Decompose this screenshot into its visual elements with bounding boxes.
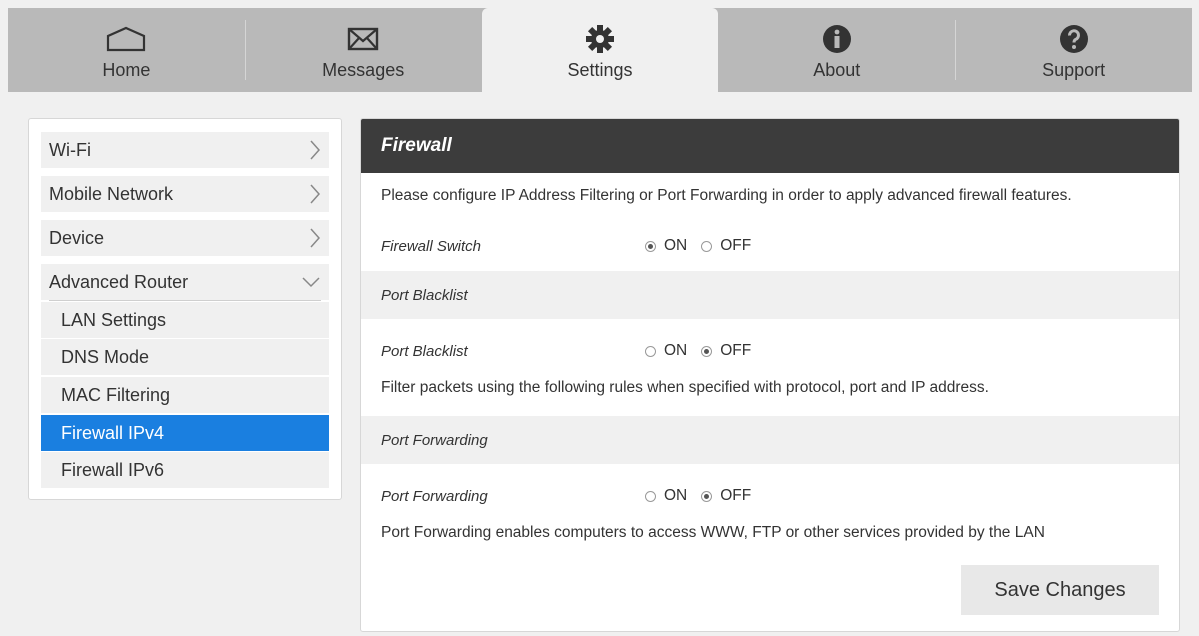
sidebar-item-wifi[interactable]: Wi-Fi xyxy=(41,132,329,168)
tab-label: Messages xyxy=(322,60,405,80)
sidebar-item-label: Advanced Router xyxy=(49,271,189,292)
sidebar: Wi-Fi Mobile Network Device Advanced Rou… xyxy=(28,118,342,500)
question-icon xyxy=(1059,22,1089,56)
radio-label: OFF xyxy=(720,237,752,254)
port-forwarding-on-radio[interactable]: ON xyxy=(645,487,687,505)
tab-support[interactable]: Support xyxy=(955,8,1192,92)
radio-selected-icon xyxy=(701,490,713,502)
radio-label: ON xyxy=(664,487,688,504)
tab-label: Support xyxy=(1042,60,1106,80)
firewall-switch-off-radio[interactable]: OFF xyxy=(701,237,751,255)
sidebar-subitem-mac-filtering[interactable]: MAC Filtering xyxy=(41,377,329,413)
sidebar-subitem-lan-settings[interactable]: LAN Settings xyxy=(41,302,329,338)
radio-label: OFF xyxy=(720,342,752,359)
firewall-switch-radios: ON OFF xyxy=(645,237,765,255)
radio-label: OFF xyxy=(720,487,752,504)
radio-unselected-icon xyxy=(645,490,656,502)
sidebar-subitem-dns-mode[interactable]: DNS Mode xyxy=(41,339,329,375)
save-changes-button[interactable]: Save Changes xyxy=(961,565,1159,615)
sidebar-item-label: Device xyxy=(49,227,105,248)
tab-label: Settings xyxy=(567,60,633,80)
sidebar-item-label: Wi-Fi xyxy=(49,139,91,160)
sidebar-subitem-label: Firewall IPv4 xyxy=(61,422,165,443)
info-icon xyxy=(822,22,852,56)
chevron-right-icon xyxy=(309,227,321,249)
tab-label: Home xyxy=(102,60,151,80)
sidebar-subitem-label: LAN Settings xyxy=(61,309,167,330)
sidebar-subitem-label: DNS Mode xyxy=(61,346,150,367)
sidebar-item-device[interactable]: Device xyxy=(41,220,329,256)
blacklist-description: Filter packets using the following rules… xyxy=(381,379,989,396)
radio-unselected-icon xyxy=(701,240,713,252)
port-forwarding-label: Port Forwarding xyxy=(381,488,488,505)
port-forwarding-off-radio[interactable]: OFF xyxy=(701,487,751,505)
section-title: Port Forwarding xyxy=(381,431,488,449)
sidebar-item-advanced-router[interactable]: Advanced Router xyxy=(41,264,329,300)
radio-selected-icon xyxy=(645,240,656,252)
sidebar-subitem-firewall-ipv4[interactable]: Firewall IPv4 xyxy=(41,415,329,451)
radio-label: ON xyxy=(664,237,688,254)
panel-title: Firewall xyxy=(361,119,1179,173)
port-blacklist-radios: ON OFF xyxy=(645,342,765,360)
chevron-right-icon xyxy=(309,139,321,161)
tab-messages[interactable]: Messages xyxy=(244,8,482,92)
tab-about[interactable]: About xyxy=(718,8,955,92)
sidebar-subitem-label: Firewall IPv6 xyxy=(61,459,165,480)
sidebar-subitem-label: MAC Filtering xyxy=(61,384,171,405)
section-title: Port Blacklist xyxy=(381,286,468,304)
radio-label: ON xyxy=(664,342,688,359)
port-blacklist-off-radio[interactable]: OFF xyxy=(701,342,751,360)
gear-icon xyxy=(584,22,616,56)
port-blacklist-section-header: Port Blacklist xyxy=(361,271,1179,319)
tab-home[interactable]: Home xyxy=(8,8,245,92)
tab-settings[interactable]: Settings xyxy=(481,8,719,92)
firewall-panel: Firewall Please configure IP Address Fil… xyxy=(360,118,1180,632)
sidebar-subitem-firewall-ipv6[interactable]: Firewall IPv6 xyxy=(41,452,329,488)
divider xyxy=(49,300,321,301)
chevron-down-icon xyxy=(301,276,321,288)
tab-label: About xyxy=(813,60,861,80)
port-forwarding-radios: ON OFF xyxy=(645,487,765,505)
top-nav: Home Messages Settings About Support xyxy=(8,8,1192,92)
chevron-right-icon xyxy=(309,183,321,205)
intro-text: Please configure IP Address Filtering or… xyxy=(381,187,1072,204)
firewall-switch-label: Firewall Switch xyxy=(381,238,482,255)
forwarding-description: Port Forwarding enables computers to acc… xyxy=(381,524,1045,541)
firewall-switch-on-radio[interactable]: ON xyxy=(645,237,687,255)
sidebar-item-label: Mobile Network xyxy=(49,183,174,204)
sidebar-item-mobile-network[interactable]: Mobile Network xyxy=(41,176,329,212)
radio-selected-icon xyxy=(701,345,713,357)
port-blacklist-on-radio[interactable]: ON xyxy=(645,342,687,360)
envelope-icon xyxy=(347,22,379,56)
home-icon xyxy=(106,22,146,56)
radio-unselected-icon xyxy=(645,345,656,357)
port-blacklist-label: Port Blacklist xyxy=(381,343,468,360)
port-forwarding-section-header: Port Forwarding xyxy=(361,416,1179,464)
